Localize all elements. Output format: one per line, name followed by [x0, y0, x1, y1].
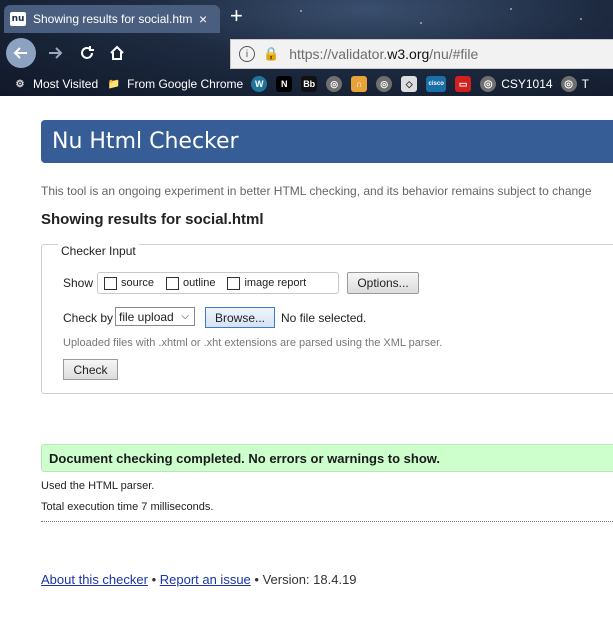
home-icon	[110, 45, 124, 60]
success-message-box: Document checking completed. No errors o…	[41, 444, 613, 472]
back-arrow-icon	[13, 47, 27, 59]
star-decoration	[580, 18, 582, 20]
star-decoration	[300, 10, 302, 12]
execution-time-note: Total execution time 7 milliseconds.	[41, 501, 214, 513]
bookmark-csy1014[interactable]: ◎ CSY1014	[480, 76, 553, 92]
globe-icon: ◎	[480, 76, 497, 92]
nu-favicon-icon: nu	[10, 12, 26, 26]
forward-arrow-icon	[49, 47, 63, 59]
lock-icon[interactable]: 🔒	[263, 46, 279, 62]
new-tab-button[interactable]: +	[230, 4, 243, 28]
check-button[interactable]: Check	[63, 359, 118, 380]
uon-icon[interactable]: N	[276, 76, 293, 92]
star-decoration	[510, 8, 512, 10]
globe-icon-2[interactable]: ◎	[376, 76, 393, 92]
blackboard-icon[interactable]: Bb	[301, 76, 318, 92]
gear-icon: ⚙	[15, 78, 25, 90]
diamond-icon[interactable]: ◇	[401, 76, 418, 92]
globe-icon[interactable]: ◎	[326, 76, 343, 92]
file-status: No file selected.	[281, 311, 367, 325]
header-banner: Nu Html Checker	[41, 120, 613, 163]
reload-icon	[81, 46, 94, 59]
divider	[41, 521, 613, 522]
parser-note: Used the HTML parser.	[41, 480, 155, 492]
cisco-icon[interactable]: cisco	[426, 76, 447, 92]
version-text: • Version: 18.4.19	[250, 572, 357, 587]
options-button[interactable]: Options...	[347, 272, 419, 294]
results-heading: Showing results for social.html	[41, 211, 264, 228]
show-label: Show	[63, 276, 94, 290]
footer-separator: •	[147, 572, 160, 587]
option-label: image report	[244, 277, 307, 289]
url-text[interactable]: https://validator.w3.org/nu/#file	[289, 46, 478, 62]
about-checker-link[interactable]: About this checker	[41, 572, 148, 587]
url-path: /nu/#file	[429, 46, 479, 62]
rainbow-icon[interactable]: ∩	[351, 76, 368, 92]
option-label: outline	[183, 277, 216, 289]
bookmark-label: CSY1014	[501, 77, 553, 91]
bookmark-label: From Google Chrome	[127, 77, 244, 91]
tab-title: Showing results for social.html	[33, 12, 193, 26]
reload-button[interactable]	[72, 38, 102, 68]
back-button[interactable]	[6, 38, 36, 68]
bookmark-from-google-chrome[interactable]: 📁 From Google Chrome	[106, 76, 243, 92]
outline-checkbox[interactable]	[166, 276, 180, 290]
show-source-option[interactable]: source	[104, 276, 155, 290]
browser-tab[interactable]: nu Showing results for social.html ×	[4, 5, 220, 33]
check-by-select[interactable]: file upload ⌵	[115, 307, 195, 326]
address-bar[interactable]: i 🔒 https://validator.w3.org/nu/#file	[230, 39, 613, 69]
page-title: Nu Html Checker	[52, 129, 239, 154]
footer: About this checker • Report an issue • V…	[41, 572, 357, 587]
checker-input-legend: Checker Input	[58, 244, 139, 258]
check-by-value: file upload	[119, 309, 174, 324]
source-checkbox[interactable]	[104, 276, 117, 290]
bookmark-label: Most Visited	[33, 77, 99, 91]
home-button[interactable]	[102, 38, 132, 68]
check-by-label: Check by	[63, 311, 114, 325]
globe-icon: ◎	[560, 76, 577, 92]
bookmark-most-visited[interactable]: ⚙ Most Visited	[12, 76, 99, 92]
oracle-icon[interactable]: ▭	[455, 76, 472, 92]
bookmark-label: T	[581, 77, 589, 91]
browse-button[interactable]: Browse...	[205, 307, 275, 328]
show-outline-option[interactable]: outline	[166, 276, 216, 290]
url-domain: w3.org	[387, 46, 430, 62]
url-prefix: https://validator.	[289, 46, 388, 62]
tagline: This tool is an ongoing experiment in be…	[41, 184, 592, 198]
show-image-report-option[interactable]: image report	[227, 276, 307, 290]
folder-icon: 📁	[107, 78, 121, 90]
navigation-bar: i 🔒 https://validator.w3.org/nu/#file	[0, 36, 613, 70]
browser-chrome: nu Showing results for social.html × + i…	[0, 0, 613, 96]
bookmark-truncated[interactable]: ◎ T	[560, 76, 589, 92]
xml-parser-note: Uploaded files with .xhtml or .xht exten…	[63, 337, 443, 349]
report-issue-link[interactable]: Report an issue	[160, 572, 251, 587]
show-options-group: source outline image report	[97, 272, 339, 294]
bookmarks-bar: ⚙ Most Visited 📁 From Google Chrome W N …	[0, 72, 613, 96]
chevron-down-icon: ⌵	[181, 311, 189, 322]
forward-button[interactable]	[40, 38, 70, 68]
success-message: Document checking completed. No errors o…	[49, 451, 441, 466]
star-decoration	[420, 22, 422, 24]
image-report-checkbox[interactable]	[227, 276, 241, 290]
close-tab-icon[interactable]: ×	[199, 11, 207, 27]
wordpress-icon[interactable]: W	[251, 76, 268, 92]
info-icon[interactable]: i	[239, 46, 255, 62]
option-label: source	[121, 277, 155, 289]
